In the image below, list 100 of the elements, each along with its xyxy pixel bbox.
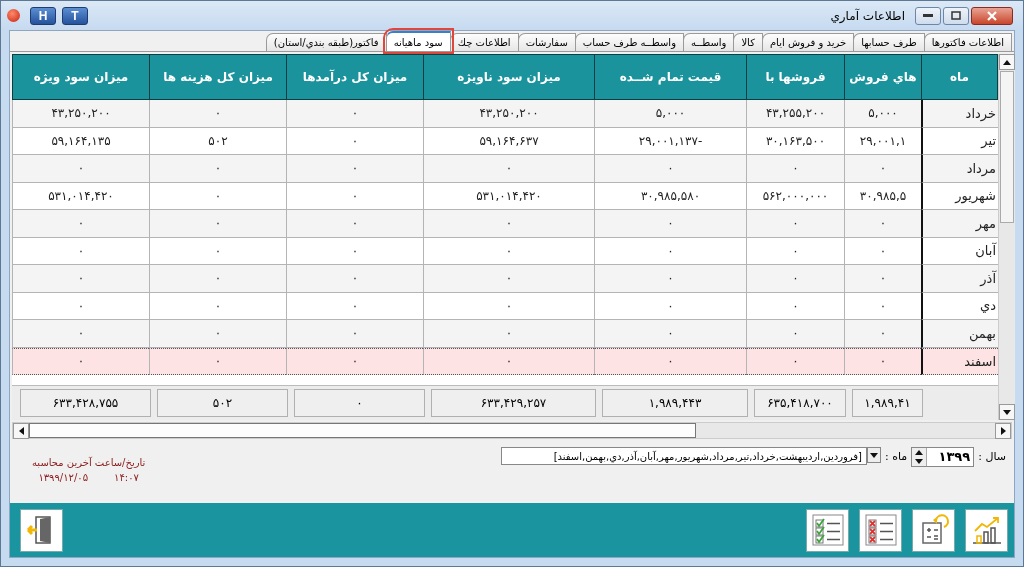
table-cell: ۰ xyxy=(12,155,149,183)
table-cell: ۰ xyxy=(286,100,423,128)
checklist-icon xyxy=(811,514,844,546)
calculator-button[interactable] xyxy=(912,508,955,552)
table-cell: ۰ xyxy=(423,237,594,265)
table-cell: ۰ xyxy=(149,100,286,128)
chart-button[interactable] xyxy=(965,508,1008,552)
table-cell: ۵,۰۰۰ xyxy=(844,100,921,128)
tab[interactable]: خريد و فروش ايام xyxy=(761,33,855,51)
table-cell: مهر xyxy=(921,210,998,238)
tab[interactable]: سفارشات xyxy=(517,33,576,51)
table-cell: ۵۳۱,۰۱۴,۴۲۰ xyxy=(12,182,149,210)
table-cell: ۰ xyxy=(12,265,149,293)
window-title: اطلاعات آماري xyxy=(830,8,905,23)
vertical-scrollbar[interactable] xyxy=(998,54,1015,420)
table-cell: ۲۹,۰۰۱,۱۳۷- xyxy=(594,127,746,155)
table-cell: ۰ xyxy=(594,292,746,320)
column-header: ميزان كل درآمدها xyxy=(286,54,423,100)
tab[interactable]: واسطــه طرف حساب xyxy=(574,33,684,51)
column-header: ميزان سود ناويژه xyxy=(423,54,594,100)
table-cell: ۳۰,۱۶۳,۵۰۰ xyxy=(746,127,844,155)
table-cell: ۵۶۲,۰۰۰,۰۰۰ xyxy=(746,182,844,210)
total-cell: ۶۳۵,۴۱۸,۷۰۰ xyxy=(754,389,846,417)
table-cell: ۰ xyxy=(844,210,921,238)
table-cell: ۰ xyxy=(594,210,746,238)
total-cell: ۵۰۲ xyxy=(157,389,288,417)
table-cell: ۰ xyxy=(149,155,286,183)
table-cell: ۵۳۱,۰۱۴,۴۲۰ xyxy=(423,182,594,210)
caret-icon xyxy=(870,452,878,458)
table-cell: ۵۰۲ xyxy=(149,127,286,155)
table-cell: ۰ xyxy=(286,320,423,348)
table-cell: ۳۰,۹۸۵,۵ xyxy=(844,182,921,210)
table-cell: ۰ xyxy=(746,265,844,293)
spin-up-icon xyxy=(915,450,924,455)
table-cell: ۰ xyxy=(746,347,844,375)
table-cell: ۰ xyxy=(149,210,286,238)
dropdown-button[interactable] xyxy=(867,447,881,463)
table-cell: ۰ xyxy=(746,320,844,348)
table-cell: مرداد xyxy=(921,155,998,183)
table-cell: ۰ xyxy=(746,237,844,265)
table-cell: ۰ xyxy=(423,292,594,320)
bar-chart-icon xyxy=(970,514,1003,546)
total-cell: ۰ xyxy=(294,389,425,417)
table-cell: ۰ xyxy=(594,155,746,183)
column-header: ميزان كل هزينه ها xyxy=(149,54,286,100)
table-cell: ۴۳,۲۵۰,۲۰۰ xyxy=(12,100,149,128)
column-header: فروشها با xyxy=(746,54,844,100)
table-cell: ۰ xyxy=(594,265,746,293)
tab[interactable]: اطلاعات چك xyxy=(449,33,519,51)
table-cell: ۰ xyxy=(286,347,423,375)
exit-button[interactable] xyxy=(20,508,63,552)
table-cell: ۰ xyxy=(423,347,594,375)
horizontal-scrollbar[interactable] xyxy=(12,422,1012,439)
table-cell: ۰ xyxy=(149,347,286,375)
cross-list-icon xyxy=(864,514,897,546)
table-cell: ۰ xyxy=(423,320,594,348)
table-cell: دي xyxy=(921,292,998,320)
spin-down-icon xyxy=(915,459,924,464)
tab[interactable]: سود ماهيانه xyxy=(385,31,451,51)
table-cell: ۰ xyxy=(423,155,594,183)
maximize-button[interactable] xyxy=(943,6,969,25)
close-button[interactable] xyxy=(971,6,1013,25)
tab[interactable]: اطلاعات فاكتورها xyxy=(923,33,1012,51)
last-calculation-label: تاريخ/ساعت آخرين محاسبه xyxy=(32,457,146,468)
tab[interactable]: طرف حسابها xyxy=(853,33,925,51)
toolbar-button[interactable]: H xyxy=(30,6,56,25)
minimize-button[interactable] xyxy=(915,6,941,25)
month-label: ماه : xyxy=(885,449,908,463)
checklist-button[interactable] xyxy=(806,508,849,552)
maximize-icon xyxy=(951,11,961,20)
year-spinner[interactable]: ۱۳۹۹ xyxy=(911,447,975,467)
table-cell: ۰ xyxy=(286,237,423,265)
tab[interactable]: كالا xyxy=(733,33,763,51)
table-cell: ۰ xyxy=(286,265,423,293)
tab[interactable]: فاكتور(طبقه بندي/استان) xyxy=(265,33,387,51)
table-cell: ۰ xyxy=(594,347,746,375)
tab[interactable]: واسطــه xyxy=(682,33,735,51)
table-cell: خرداد xyxy=(921,100,998,128)
column-header: هاي فروش xyxy=(844,54,921,100)
table-cell: ۰ xyxy=(423,210,594,238)
table-cell: تير xyxy=(921,127,998,155)
minimize-icon xyxy=(923,14,933,17)
table-cell: آذر xyxy=(921,265,998,293)
table-cell: ۰ xyxy=(286,182,423,210)
app-icon xyxy=(7,9,20,22)
table-cell: ۰ xyxy=(12,347,149,375)
table-cell: ۵,۰۰۰ xyxy=(594,100,746,128)
table-cell: ۰ xyxy=(149,320,286,348)
toolbar-button[interactable]: T xyxy=(62,6,88,25)
month-field[interactable]: [فروردين,ارديبهشت,خرداد,تير,مرداد,شهريور,مهر,آبان,آذر,دي,بهمن,اسفند] xyxy=(501,447,867,465)
table-cell: ۰ xyxy=(12,210,149,238)
table-cell: ۰ xyxy=(423,265,594,293)
table-cell: ۰ xyxy=(149,292,286,320)
table-cell: ۰ xyxy=(746,292,844,320)
cross-list-button[interactable] xyxy=(859,508,902,552)
table-cell: ۰ xyxy=(286,155,423,183)
close-icon xyxy=(987,10,997,21)
table-cell: ۰ xyxy=(149,182,286,210)
table-cell: ۰ xyxy=(746,155,844,183)
table-cell: ۵۹,۱۶۴,۱۳۵ xyxy=(12,127,149,155)
